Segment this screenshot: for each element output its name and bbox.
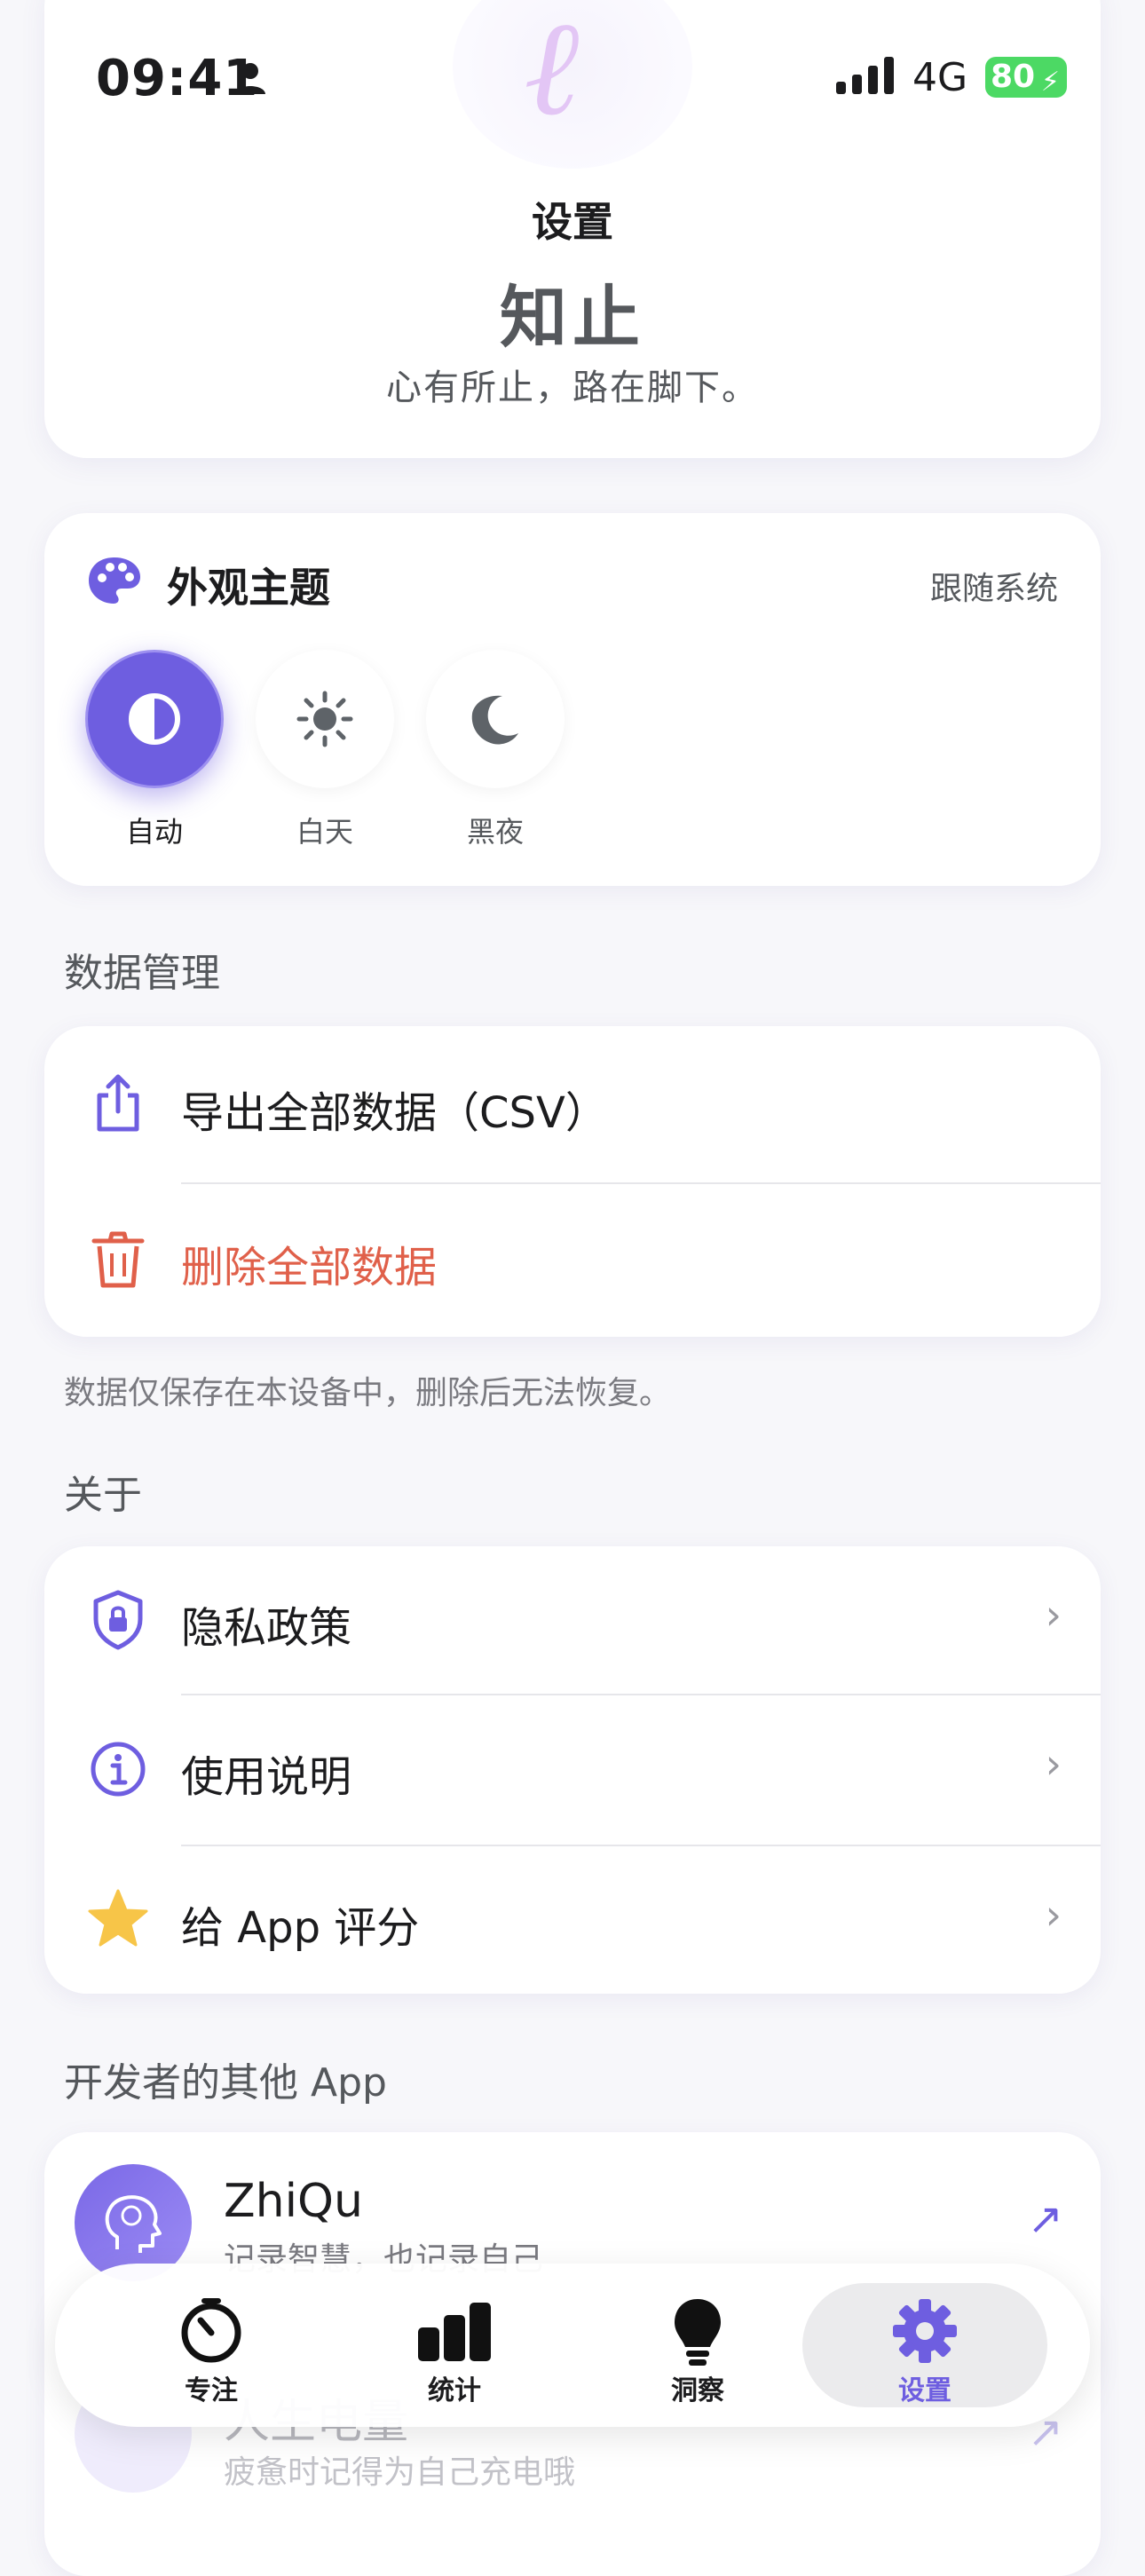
app2-desc: 疲惫时记得为自己充电哦	[224, 2454, 576, 2491]
guide-label: 使用说明	[181, 1752, 352, 1802]
tab-label: 专注	[185, 2375, 238, 2406]
bar-chart-icon	[418, 2303, 491, 2361]
share-icon	[97, 1074, 139, 1132]
signal-icon	[836, 57, 894, 94]
timer-icon	[181, 2298, 241, 2363]
tab-focus[interactable]: 专注	[89, 2283, 334, 2407]
person-icon	[235, 63, 265, 94]
privacy-row[interactable]: 隐私政策 ›	[44, 1546, 1101, 1694]
theme-current[interactable]: 跟随系统	[930, 563, 1058, 609]
tab-stats[interactable]: 统计	[332, 2283, 577, 2407]
theme-title: 外观主题	[167, 564, 330, 612]
external-link-icon[interactable]: ↗	[1028, 2194, 1063, 2244]
tab-label: 设置	[898, 2375, 952, 2406]
section-title-data: 数据管理	[64, 951, 220, 996]
gear-icon	[893, 2299, 957, 2363]
theme-option-auto[interactable]	[85, 650, 224, 788]
lightbulb-icon	[675, 2299, 721, 2366]
data-card: 导出全部数据（CSV） 删除全部数据	[44, 1026, 1101, 1337]
info-icon	[91, 1742, 146, 1797]
tab-label: 洞察	[671, 2375, 724, 2406]
tab-settings[interactable]: 设置	[802, 2283, 1047, 2407]
tab-insight[interactable]: 洞察	[575, 2283, 820, 2407]
battery-indicator: 80 ⚡	[985, 57, 1067, 98]
export-row[interactable]: 导出全部数据（CSV）	[44, 1026, 1101, 1182]
sun-icon	[296, 691, 353, 747]
theme-option-day[interactable]	[256, 650, 394, 788]
tab-bar: 专注 统计 洞察 设置	[55, 2264, 1090, 2427]
zhiqu-app-name[interactable]: ZhiQu	[224, 2175, 363, 2228]
guide-row[interactable]: 使用说明 ›	[44, 1695, 1101, 1845]
palette-icon	[89, 557, 140, 604]
tab-label: 统计	[428, 2375, 481, 2406]
chevron-right-icon: ›	[1045, 1591, 1062, 1639]
star-icon	[88, 1889, 148, 1947]
theme-option-night[interactable]	[426, 650, 565, 788]
rate-row[interactable]: 给 App 评分 ›	[44, 1846, 1101, 1994]
chevron-right-icon: ›	[1045, 1891, 1062, 1939]
half-circle-icon	[129, 693, 180, 745]
app-slogan: 心有所止，路在脚下。	[386, 367, 759, 408]
page-title: 设置	[532, 198, 613, 246]
theme-option-label: 自动	[125, 815, 183, 849]
app-logo-mark: ℓ	[524, 0, 580, 146]
privacy-label: 隐私政策	[181, 1603, 352, 1653]
chevron-right-icon: ›	[1045, 1740, 1062, 1788]
rate-label: 给 App 评分	[181, 1903, 420, 1953]
theme-option-label: 白天	[296, 815, 353, 849]
moon-icon	[471, 695, 518, 745]
trash-icon	[91, 1231, 145, 1288]
battery-level: 80	[991, 59, 1036, 95]
section-title-other-apps: 开发者的其他 App	[64, 2060, 387, 2106]
theme-option-label: 黑夜	[466, 815, 524, 849]
export-label: 导出全部数据（CSV）	[181, 1088, 608, 1138]
about-card: 隐私政策 › 使用说明 › 给 App 评分 ›	[44, 1546, 1101, 1994]
delete-row[interactable]: 删除全部数据	[44, 1184, 1101, 1337]
delete-label: 删除全部数据	[181, 1243, 438, 1292]
data-footnote: 数据仅保存在本设备中，删除后无法恢复。	[64, 1375, 672, 1411]
shield-lock-icon	[93, 1590, 143, 1650]
bolt-icon: ⚡	[1040, 67, 1060, 98]
app-name: 知止	[500, 278, 645, 357]
section-title-about: 关于	[64, 1473, 142, 1518]
network-type: 4G	[912, 55, 968, 100]
